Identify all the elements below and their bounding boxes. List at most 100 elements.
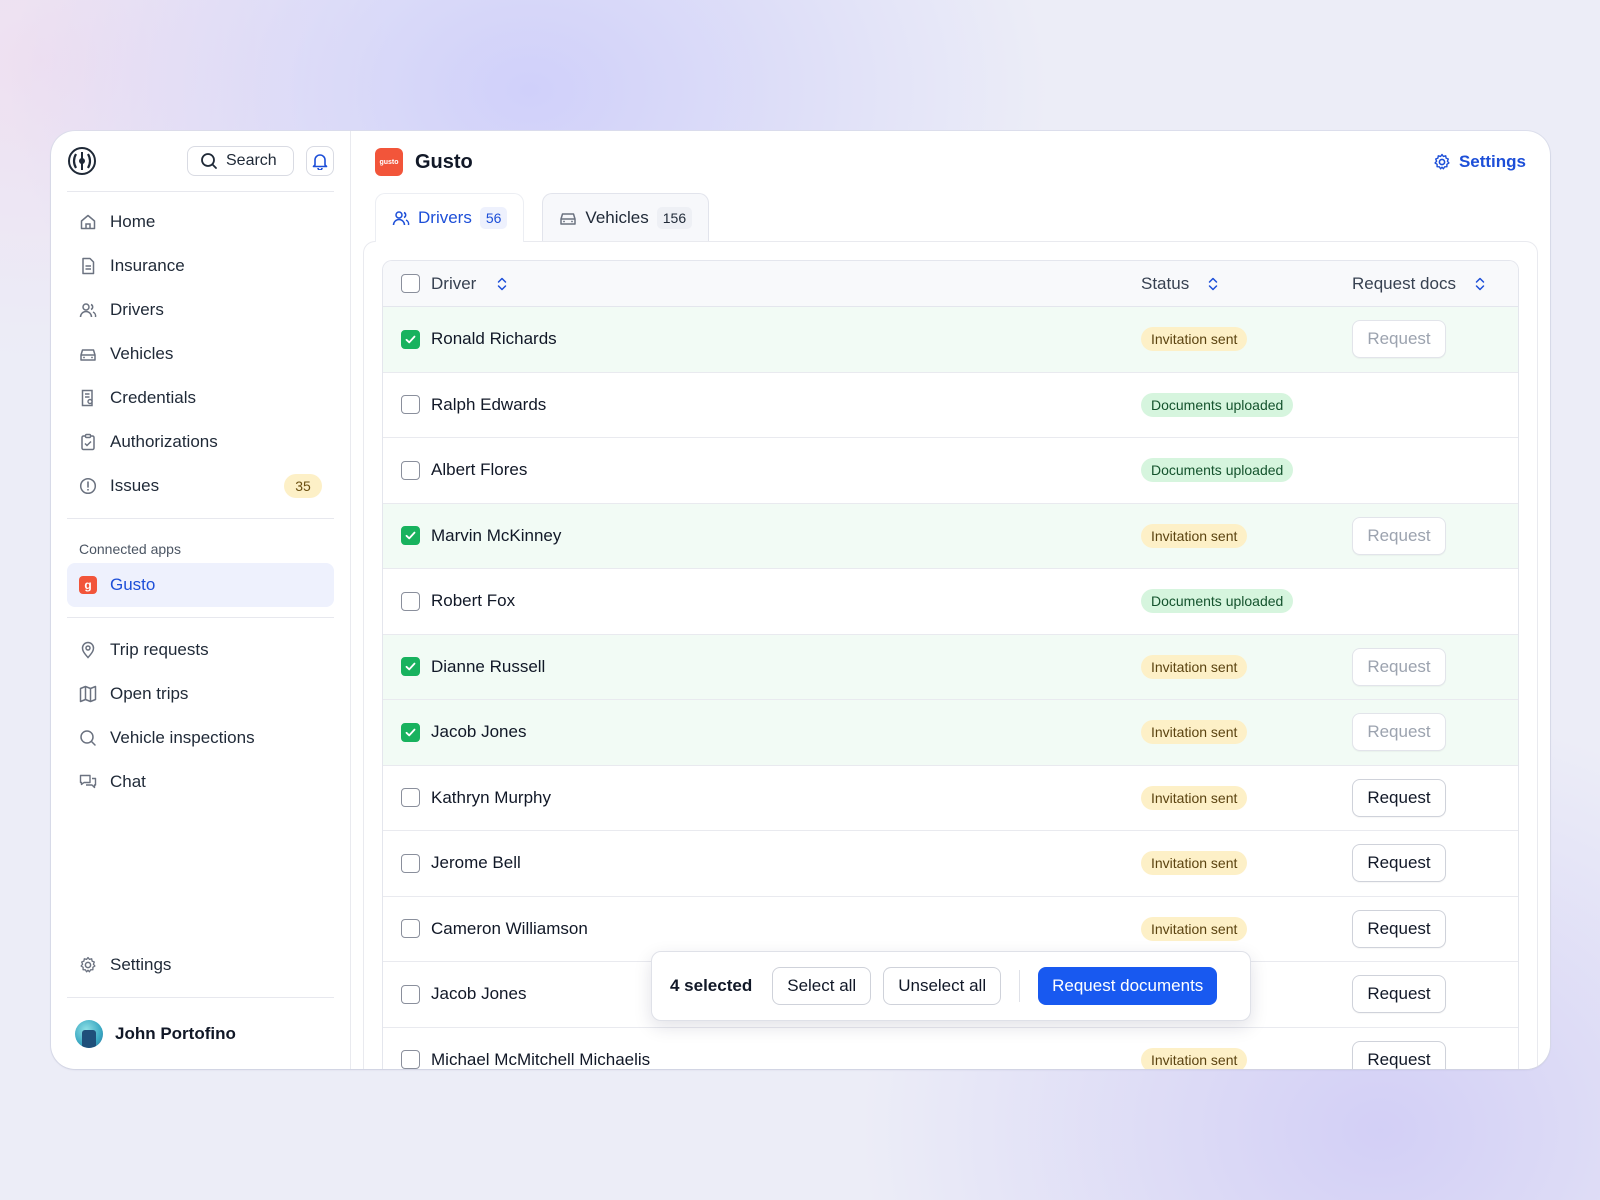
request-button[interactable]: Request [1352, 975, 1446, 1014]
settings-link-label: Settings [1458, 152, 1526, 171]
map-icon [79, 685, 97, 703]
table-row[interactable]: Dianne Russell Invitation sent Request [383, 634, 1518, 700]
sidebar-item-credentials[interactable]: Credentials [67, 376, 334, 420]
avatar [75, 1019, 103, 1048]
row-checkbox[interactable] [401, 526, 420, 546]
check-icon [405, 531, 416, 540]
users-icon [79, 303, 97, 318]
main-content: gusto Gusto Settings Drivers 56 Vehicles… [351, 131, 1550, 1069]
request-button[interactable]: Request [1352, 516, 1446, 555]
gusto-app-icon: g [79, 576, 97, 594]
sidebar-item-open-trips[interactable]: Open trips [67, 672, 334, 716]
primary-nav: Home Insurance Drivers Vehicles Credenti… [67, 192, 334, 508]
request-button[interactable]: Request [1352, 713, 1446, 752]
tab-vehicles[interactable]: Vehicles 156 [542, 193, 710, 241]
unselect-all-button[interactable]: Unselect all [883, 967, 1002, 1005]
status-badge: Invitation sent [1141, 851, 1248, 876]
status-badge: Invitation sent [1141, 654, 1248, 679]
request-documents-button[interactable]: Request documents [1038, 967, 1218, 1005]
search-button[interactable]: Search [187, 146, 294, 176]
sidebar-item-issues[interactable]: Issues 35 [67, 464, 334, 508]
request-button[interactable]: Request [1352, 778, 1446, 817]
sidebar-item-settings[interactable]: Settings [67, 943, 334, 987]
row-checkbox[interactable] [401, 329, 420, 349]
table-row[interactable]: Ronald Richards Invitation sent Request [383, 307, 1518, 373]
status-badge: Invitation sent [1141, 720, 1248, 745]
secondary-nav: Trip requests Open trips Vehicle inspect… [67, 628, 334, 804]
tab-count-badge: 56 [479, 207, 508, 229]
driver-name: Ralph Edwards [431, 394, 547, 414]
status-badge: Invitation sent [1141, 327, 1248, 352]
table-row[interactable]: Kathryn Murphy Invitation sent Request [383, 766, 1518, 831]
status-badge: Invitation sent [1141, 916, 1248, 941]
gear-icon [1434, 153, 1450, 170]
driver-name: Jerome Bell [431, 853, 521, 873]
driver-name: Jacob Jones [431, 984, 527, 1004]
row-checkbox[interactable] [401, 853, 420, 873]
sidebar-item-gusto[interactable]: g Gusto [67, 563, 334, 607]
car-icon [560, 212, 577, 225]
sidebar-item-label: Issues [110, 476, 160, 495]
driver-name: Kathryn Murphy [431, 787, 551, 807]
row-checkbox[interactable] [401, 722, 420, 742]
request-button[interactable]: Request [1352, 320, 1446, 359]
column-header-driver[interactable]: Driver [431, 274, 1141, 294]
request-button[interactable]: Request [1352, 844, 1446, 883]
table-row[interactable]: Michael McMitchell Michaelis Invitation s… [383, 1028, 1518, 1069]
request-button[interactable]: Request [1352, 647, 1446, 686]
select-all-button[interactable]: Select all [772, 967, 872, 1005]
table-row[interactable]: Robert Fox Documents uploaded [383, 569, 1518, 635]
app-window: Search Home Insurance Drivers Vehicles C… [51, 131, 1550, 1069]
row-checkbox[interactable] [401, 788, 420, 808]
tab-drivers[interactable]: Drivers 56 [375, 193, 525, 242]
table-row[interactable]: Marvin McKinney Invitation sent Request [383, 503, 1518, 569]
status-badge: Documents uploaded [1141, 589, 1294, 614]
clipboard-icon [81, 433, 95, 451]
selected-count: 4 selected [670, 976, 753, 995]
settings-link[interactable]: Settings [1433, 152, 1526, 172]
column-header-label: Driver [431, 273, 477, 293]
table-row[interactable]: Albert Flores Documents uploaded [383, 438, 1518, 504]
sidebar-item-authorizations[interactable]: Authorizations [67, 420, 334, 464]
row-checkbox[interactable] [401, 657, 420, 677]
request-button[interactable]: Request [1352, 1040, 1446, 1069]
sidebar-item-vehicles[interactable]: Vehicles [67, 332, 334, 376]
map-pin-icon [81, 641, 95, 659]
status-badge: Documents uploaded [1141, 458, 1294, 483]
table-row[interactable]: Jacob Jones Invitation sent Request [383, 700, 1518, 766]
row-checkbox[interactable] [401, 919, 420, 939]
credential-icon [81, 389, 93, 407]
user-profile[interactable]: John Portofino [67, 997, 334, 1069]
table-row[interactable]: Ralph Edwards Documents uploaded [383, 373, 1518, 438]
row-checkbox[interactable] [401, 460, 420, 480]
document-icon [82, 257, 95, 275]
driver-name: Jacob Jones [431, 722, 527, 742]
sidebar-item-trip-requests[interactable]: Trip requests [67, 628, 334, 672]
column-header-label: Status [1141, 273, 1190, 293]
sidebar-item-vehicle-inspections[interactable]: Vehicle inspections [67, 716, 334, 760]
row-checkbox[interactable] [401, 1050, 420, 1069]
request-button[interactable]: Request [1352, 909, 1446, 948]
table-row[interactable]: Jerome Bell Invitation sent Request [383, 831, 1518, 897]
sidebar-item-home[interactable]: Home [67, 200, 334, 244]
row-checkbox[interactable] [401, 591, 420, 611]
driver-name: Robert Fox [431, 591, 516, 611]
sidebar-item-insurance[interactable]: Insurance [67, 244, 334, 288]
tab-label: Vehicles [585, 207, 649, 227]
column-header-request-docs[interactable]: Request docs [1352, 274, 1518, 294]
sort-icon [498, 277, 507, 290]
car-icon [80, 349, 96, 361]
tab-count-badge: 156 [656, 206, 693, 229]
select-all-checkbox[interactable] [401, 274, 420, 293]
sidebar-item-drivers[interactable]: Drivers [67, 288, 334, 332]
notifications-button[interactable] [306, 146, 334, 176]
sort-icon [1475, 277, 1485, 290]
drivers-table: Driver Status Request docs Ronald Richar… [382, 260, 1519, 1069]
column-header-status[interactable]: Status [1141, 274, 1352, 294]
bell-icon [312, 154, 328, 170]
sidebar-item-label: Credentials [110, 388, 196, 407]
sidebar-item-chat[interactable]: Chat [67, 760, 334, 804]
row-checkbox[interactable] [401, 984, 420, 1004]
sort-icon [1208, 277, 1218, 290]
row-checkbox[interactable] [401, 395, 420, 415]
